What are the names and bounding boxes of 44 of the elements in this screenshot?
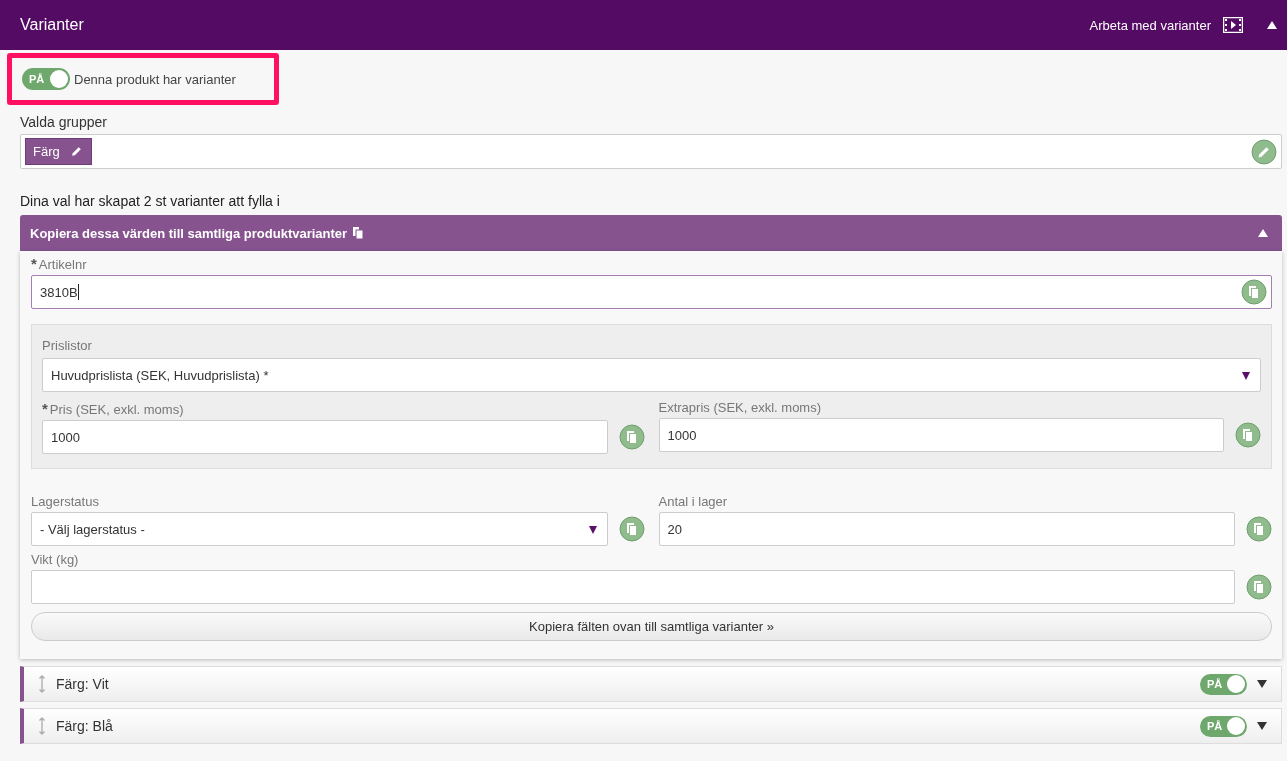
field-label: Valda grupper	[20, 114, 108, 130]
drag-handle-icon[interactable]	[38, 675, 46, 693]
variant-label: Färg: Vit	[56, 676, 110, 692]
section-title: Varianter	[20, 16, 84, 34]
field-label: *Artikelnr	[31, 255, 88, 272]
field-label: Lagerstatus	[31, 494, 100, 509]
variant-row[interactable]: Färg: Blå PÅ	[20, 708, 1282, 744]
price-list-select[interactable]: Huvudprislista (SEK, Huvudprislista) *	[42, 358, 1261, 392]
copy-section-title: Kopiera dessa värden till samtliga produktvarianter	[30, 225, 348, 241]
copy-icon[interactable]	[1246, 574, 1272, 600]
copy-icon[interactable]	[1235, 422, 1261, 448]
variant-row[interactable]: Färg: Vit PÅ	[20, 666, 1282, 702]
copy-icon	[353, 227, 364, 239]
collapse-caret-icon[interactable]	[1258, 229, 1268, 237]
price-input[interactable]: 1000	[42, 420, 608, 454]
expand-caret-icon[interactable]	[1257, 722, 1267, 730]
copy-section-header[interactable]: Kopiera dessa värden till samtliga produktvarianter	[20, 215, 1282, 251]
expand-caret-icon[interactable]	[1257, 680, 1267, 688]
summary-text: Dina val har skapat 2 st varianter att fylla i	[20, 193, 281, 209]
field-label: Extrapris (SEK, exkl. moms)	[658, 400, 823, 415]
field-label: *Pris (SEK, exkl. moms)	[42, 400, 185, 417]
stock-quantity-input[interactable]: 20	[658, 512, 1235, 546]
copy-icon[interactable]	[1241, 279, 1267, 305]
edit-icon[interactable]	[1251, 138, 1277, 165]
field-label: Antal i lager	[658, 494, 729, 509]
pencil-icon	[69, 145, 83, 158]
variant-label: Färg: Blå	[56, 718, 114, 734]
group-tag[interactable]: Färg	[25, 138, 92, 165]
copy-icon[interactable]	[618, 516, 645, 542]
field-label: Vikt (kg)	[31, 552, 80, 567]
work-with-variants-link[interactable]: Arbeta med varianter	[1089, 17, 1211, 33]
collapse-caret-icon[interactable]	[1267, 21, 1277, 29]
price-input[interactable]: 1000	[658, 418, 1224, 452]
field-label: Prislistor	[42, 338, 93, 353]
article-number-input[interactable]: 3810B	[31, 275, 1272, 309]
copy-to-all-button[interactable]: Kopiera fälten ovan till samtliga varianter »	[31, 612, 1272, 641]
stock-status-select[interactable]: - Välj lagerstatus -	[31, 512, 608, 546]
weight-input[interactable]	[31, 570, 1235, 604]
groups-field[interactable]: Färg	[20, 134, 1282, 169]
film-play-icon[interactable]	[1223, 17, 1243, 33]
copy-icon[interactable]	[618, 424, 645, 450]
drag-handle-icon[interactable]	[38, 717, 46, 735]
toggle-label: Denna produkt har varianter	[74, 71, 236, 87]
copy-icon[interactable]	[1246, 516, 1272, 542]
